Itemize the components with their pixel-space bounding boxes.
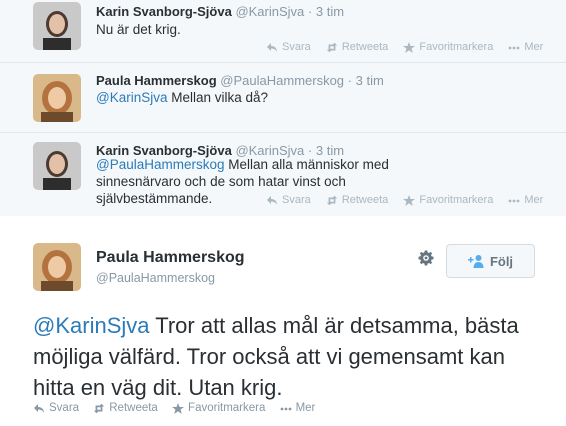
tweet-actions: Svara Retweeta Favoritmarkera Mer	[266, 194, 555, 209]
retweet-button[interactable]: Retweeta	[93, 402, 158, 414]
more-label: Mer	[524, 41, 544, 53]
tweet-text: @KarinSjva Mellan vilka då?	[96, 89, 268, 106]
tweet-text: Nu är det krig.	[96, 21, 181, 38]
reply-icon	[266, 42, 278, 53]
tweet-header: Karin Svanborg-Sjöva @KarinSjva · 3 tim	[96, 4, 344, 19]
reply-button[interactable]: Svara	[266, 194, 311, 206]
follow-label: Följ	[489, 253, 514, 269]
favorite-star-icon	[403, 41, 416, 53]
favorite-label: Favoritmarkera	[419, 194, 494, 206]
avatar[interactable]	[33, 142, 81, 190]
follow-button[interactable]: Följ	[446, 244, 535, 278]
main-tweet: Paula Hammerskog @PaulaHammerskog Följ @…	[0, 216, 566, 426]
favorite-button[interactable]: Favoritmarkera	[403, 194, 493, 206]
more-button[interactable]: Mer	[508, 194, 543, 206]
more-label: Mer	[295, 402, 316, 414]
favorite-star-icon	[172, 402, 185, 414]
retweet-icon	[93, 403, 105, 414]
separator-dot: ·	[347, 73, 353, 88]
more-label: Mer	[524, 194, 544, 206]
more-button[interactable]: Mer	[280, 402, 316, 414]
more-dots-icon	[508, 42, 520, 53]
reply-button[interactable]: Svara	[33, 402, 79, 414]
retweet-button[interactable]: Retweeta	[326, 194, 388, 206]
avatar[interactable]	[33, 243, 81, 291]
mention-link[interactable]: @PaulaHammerskog	[96, 157, 225, 172]
more-button[interactable]: Mer	[508, 41, 543, 53]
avatar[interactable]	[33, 74, 81, 122]
user-name[interactable]: Paula Hammerskog	[96, 73, 217, 88]
tweet-header: Paula Hammerskog @PaulaHammerskog · 3 ti…	[96, 73, 384, 88]
retweet-label: Retweeta	[109, 402, 158, 414]
mention-link[interactable]: @KarinSjva	[33, 313, 150, 338]
separator-dot: ·	[307, 4, 313, 19]
user-handle[interactable]: @PaulaHammerskog	[96, 271, 215, 285]
reply-label: Svara	[282, 41, 311, 53]
tweet-actions: Svara Retweeta Favoritmarkera Mer	[266, 41, 555, 56]
mention-link[interactable]: @KarinSjva	[96, 90, 167, 105]
favorite-label: Favoritmarkera	[419, 41, 494, 53]
avatar[interactable]	[33, 2, 81, 50]
retweet-label: Retweeta	[341, 194, 389, 206]
retweet-button[interactable]: Retweeta	[326, 41, 388, 53]
timestamp[interactable]: 3 tim	[316, 4, 344, 19]
more-dots-icon	[280, 403, 292, 414]
favorite-label: Favoritmarkera	[188, 402, 266, 414]
user-handle[interactable]: @KarinSjva	[235, 4, 304, 19]
user-name[interactable]: Karin Svanborg-Sjöva	[96, 4, 232, 19]
tweet-actions: Svara Retweeta Favoritmarkera Mer	[33, 402, 326, 417]
tweet-body: Mellan vilka då?	[167, 90, 269, 105]
user-name[interactable]: Paula Hammerskog	[96, 249, 245, 267]
reply-button[interactable]: Svara	[266, 41, 311, 53]
favorite-star-icon	[403, 194, 416, 206]
user-handle[interactable]: @PaulaHammerskog	[220, 73, 344, 88]
favorite-button[interactable]: Favoritmarkera	[172, 402, 265, 414]
reply-icon	[266, 195, 278, 206]
reply-icon	[33, 403, 45, 414]
reply-label: Svara	[282, 194, 311, 206]
tweet-text: @KarinSjva Tror att allas mål är detsamm…	[33, 310, 533, 403]
tweet-body: Nu är det krig.	[96, 22, 181, 37]
retweet-label: Retweeta	[341, 41, 389, 53]
favorite-button[interactable]: Favoritmarkera	[403, 41, 493, 53]
retweet-icon	[326, 195, 338, 206]
gear-icon[interactable]	[418, 250, 434, 266]
reply-label: Svara	[49, 402, 80, 414]
timestamp[interactable]: 3 tim	[356, 73, 384, 88]
retweet-icon	[326, 42, 338, 53]
add-user-icon	[467, 254, 484, 268]
more-dots-icon	[508, 195, 520, 206]
